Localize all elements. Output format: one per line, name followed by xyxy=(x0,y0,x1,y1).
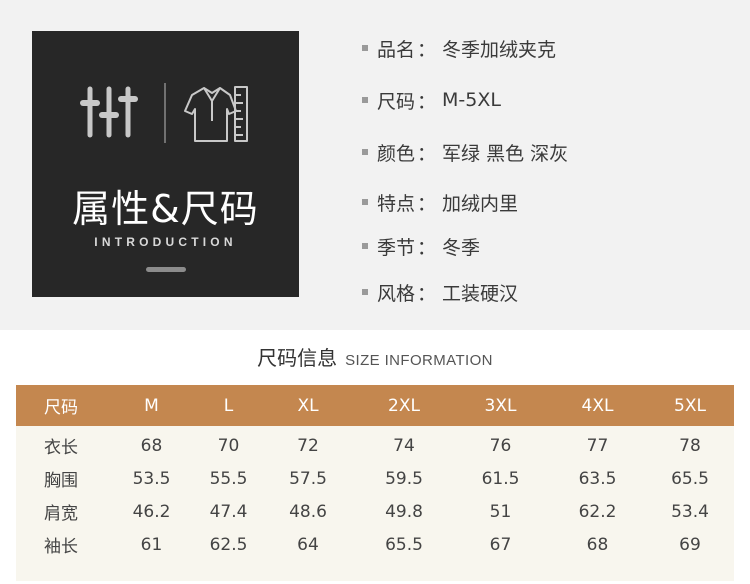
table-row: 衣长 68 70 72 74 76 77 78 xyxy=(16,429,734,462)
bullet-icon xyxy=(362,199,368,205)
table-cell: 57.5 xyxy=(289,468,327,489)
table-cell: 55.5 xyxy=(209,468,248,489)
attribute-label: 颜色 xyxy=(377,142,416,165)
attribute-item: 颜色 ： 军绿 黑色 深灰 xyxy=(362,130,722,174)
sliders-icon xyxy=(80,86,138,138)
header-cell: 5XL xyxy=(674,395,706,416)
attribute-separator: ： xyxy=(417,192,437,215)
bullet-icon xyxy=(362,45,368,51)
attribute-item: 品名 ： 冬季加绒夹克 xyxy=(362,26,722,70)
table-cell: 47.4 xyxy=(209,501,248,522)
size-title-cn: 尺码信息 xyxy=(257,346,338,370)
table-cell: 70 xyxy=(217,435,240,456)
table-cell: 65.5 xyxy=(671,468,709,489)
table-cell: 衣长 xyxy=(44,438,78,458)
header-cell: 4XL xyxy=(581,395,614,416)
attribute-separator: ： xyxy=(417,38,437,61)
table-cell: 78 xyxy=(679,435,701,456)
table-cell: 胸围 xyxy=(44,471,78,491)
attribute-value: 军绿 黑色 深灰 xyxy=(442,142,569,165)
table-cell: 65.5 xyxy=(385,534,423,555)
table-cell: 62.5 xyxy=(209,534,248,555)
table-cell: 69 xyxy=(679,534,701,555)
table-row: 肩宽 46.2 47.4 48.6 49.8 51 62.2 53.4 xyxy=(16,495,734,528)
header-cell: 3XL xyxy=(484,395,517,416)
attributes-section: 属性&尺码 INTRODUCTION 品名 ： 冬季加绒夹克 尺码 ： M-5X… xyxy=(0,0,750,330)
table-cell: 67 xyxy=(489,534,512,555)
header-cell: M xyxy=(144,395,159,416)
table-cell: 51 xyxy=(489,501,512,522)
table-row: 胸围 53.5 55.5 57.5 59.5 61.5 63.5 65.5 xyxy=(16,462,734,495)
attribute-item: 季节 ： 冬季 xyxy=(362,224,722,268)
table-header: 尺码 M L XL 2XL 3XL 4XL 5XL xyxy=(16,385,734,426)
bullet-icon xyxy=(362,97,368,103)
attribute-label: 季节 xyxy=(377,236,416,259)
table-cell: 袖长 xyxy=(44,537,78,557)
attribute-value: 工装硬汉 xyxy=(442,282,519,305)
table-cell: 61.5 xyxy=(481,468,520,489)
header-cell: 2XL xyxy=(388,395,420,416)
table-cell: 76 xyxy=(489,435,512,456)
header-cell: XL xyxy=(297,395,319,416)
header-cell: L xyxy=(223,395,234,416)
attribute-value: 冬季 xyxy=(442,236,481,259)
attribute-label: 品名 xyxy=(377,38,416,61)
table-cell: 53.5 xyxy=(132,468,171,489)
attribute-value: 加绒内里 xyxy=(442,192,519,215)
attribute-separator: ： xyxy=(417,142,437,165)
table-cell: 46.2 xyxy=(132,501,171,522)
attribute-separator: ： xyxy=(417,236,437,259)
badge-underline xyxy=(146,267,186,272)
badge-graphic xyxy=(80,83,248,143)
table-cell: 肩宽 xyxy=(44,504,78,524)
table-cell: 74 xyxy=(393,435,415,456)
badge-subtitle: INTRODUCTION xyxy=(94,235,237,249)
attribute-value: 冬季加绒夹克 xyxy=(442,38,557,61)
attribute-value: M-5XL xyxy=(442,89,501,111)
table-row: 袖长 61 62.5 64 65.5 67 68 69 xyxy=(16,528,734,561)
table-cell: 72 xyxy=(297,435,319,456)
size-title-en: SIZE INFORMATION xyxy=(345,352,493,369)
bullet-icon xyxy=(362,243,368,249)
attribute-separator: ： xyxy=(417,90,437,113)
table-cell: 68 xyxy=(586,534,609,555)
attribute-label: 尺码 xyxy=(377,90,416,113)
table-body: 衣长 68 70 72 74 76 77 78 胸围 53.5 55.5 57.… xyxy=(16,426,734,581)
attribute-badge-panel: 属性&尺码 INTRODUCTION xyxy=(32,31,299,297)
table-cell: 48.6 xyxy=(289,501,327,522)
attribute-item: 特点 ： 加绒内里 xyxy=(362,180,722,224)
table-cell: 62.2 xyxy=(578,501,617,522)
table-cell: 77 xyxy=(586,435,609,456)
table-cell: 53.4 xyxy=(671,501,709,522)
attribute-item: 尺码 ： M-5XL xyxy=(362,78,722,122)
table-cell: 63.5 xyxy=(578,468,617,489)
table-cell: 68 xyxy=(140,435,163,456)
bullet-icon xyxy=(362,289,368,295)
bullet-icon xyxy=(362,149,368,155)
table-cell: 61 xyxy=(140,534,163,555)
table-cell: 49.8 xyxy=(385,501,423,522)
attribute-item: 风格 ： 工装硬汉 xyxy=(362,270,722,314)
attribute-label: 特点 xyxy=(377,192,416,215)
shirt-ruler-icon xyxy=(184,86,248,142)
badge-title: 属性&尺码 xyxy=(72,187,259,231)
size-table: 尺码 M L XL 2XL 3XL 4XL 5XL 衣长 68 70 72 74… xyxy=(16,385,734,581)
size-section-title: 尺码信息 SIZE INFORMATION xyxy=(0,342,750,371)
header-cell: 尺码 xyxy=(44,398,78,418)
attribute-separator: ： xyxy=(417,282,437,305)
table-cell: 59.5 xyxy=(385,468,423,489)
table-cell: 64 xyxy=(297,534,319,555)
attribute-label: 风格 xyxy=(377,282,416,305)
